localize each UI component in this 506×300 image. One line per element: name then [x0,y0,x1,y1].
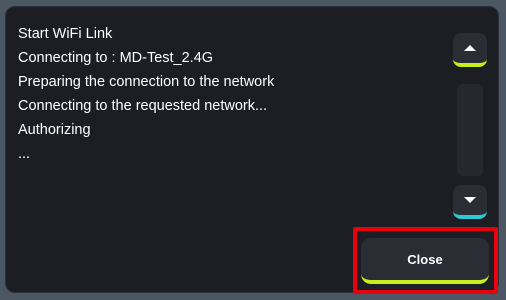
log-line: ... [18,146,31,162]
close-button[interactable]: Close [361,238,489,284]
screen-frame: Start WiFi Link Connecting to : MD-Test_… [0,0,506,300]
chevron-down-icon [464,197,476,203]
connection-log: Start WiFi Link Connecting to : MD-Test_… [18,22,438,166]
scroll-up-button[interactable] [453,33,487,67]
log-line: Connecting to : MD-Test_2.4G [18,50,214,66]
scrollbar-track[interactable] [457,84,483,176]
log-line: Connecting to the requested network... [18,98,268,114]
log-line: Start WiFi Link [18,26,113,42]
chevron-up-icon [464,45,476,51]
log-line: Preparing the connection to the network [18,74,275,90]
scroll-down-button[interactable] [453,185,487,219]
log-line: Authorizing [18,122,91,138]
